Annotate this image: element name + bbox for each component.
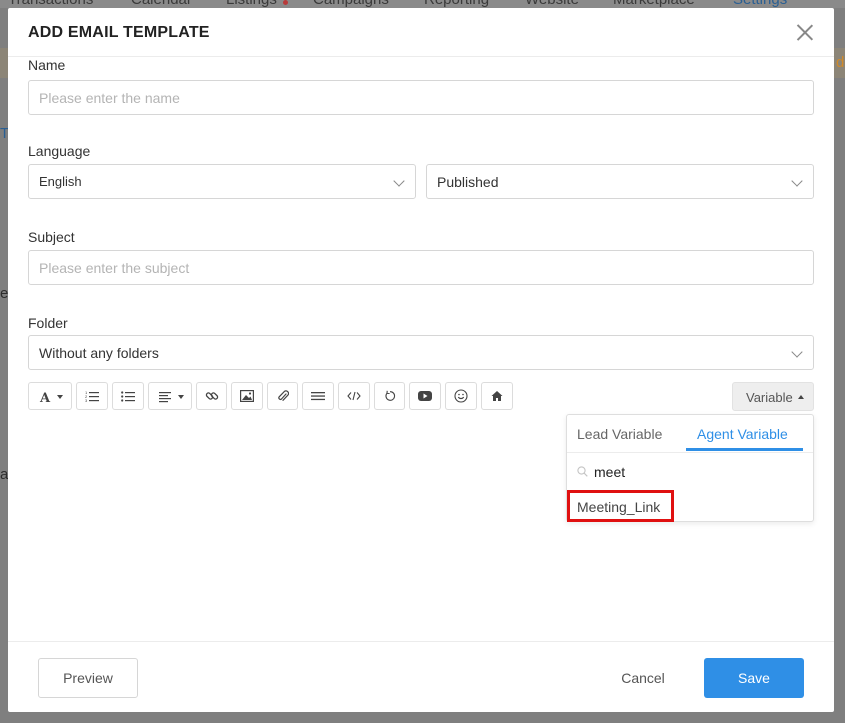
notification-dot [283,0,288,5]
save-button[interactable]: Save [704,658,804,698]
caret-up-icon [798,395,804,399]
chevron-down-icon [791,346,803,358]
undo-button[interactable] [374,382,405,410]
align-icon [159,392,171,403]
active-tab-indicator [686,448,803,451]
close-icon[interactable] [795,22,815,42]
code-button[interactable] [338,382,370,410]
caret-down-icon [57,395,63,399]
background-nav: Transactions Calendar Listings Campaigns… [0,0,845,8]
variable-button-label: Variable [746,390,793,405]
code-icon [347,391,361,401]
preview-button[interactable]: Preview [38,658,138,698]
modal-title: ADD EMAIL TEMPLATE [28,24,210,41]
variable-search-input[interactable] [575,460,807,484]
font-color-button[interactable]: A [28,382,72,410]
name-label: Name [28,58,66,73]
variable-option-meeting-link[interactable]: Meeting_Link [567,490,674,522]
language-label: Language [28,143,91,159]
home-button[interactable] [481,382,513,410]
emoji-button[interactable] [445,382,477,410]
chevron-down-icon [393,175,405,187]
nav-item: Campaigns [313,0,389,8]
modal-body: Name Language English Published Subject … [8,58,834,641]
language-value: English [39,174,82,189]
horizontal-rule-button[interactable] [302,382,334,410]
ordered-list-button[interactable]: 123 [76,382,108,410]
subject-label: Subject [28,229,75,245]
nav-item: Calendar [131,0,192,8]
background-fragment: d [836,54,845,71]
tab-lead-variable[interactable]: Lead Variable [577,426,662,442]
nav-item: Website [525,0,579,8]
nav-item: Transactions [8,0,93,8]
add-email-template-modal: ADD EMAIL TEMPLATE Name Language English… [8,8,834,712]
svg-text:3: 3 [85,398,88,402]
variable-dropdown: Lead Variable Agent Variable Meeting_Lin… [566,414,814,522]
ordered-list-icon: 123 [85,390,99,402]
name-input[interactable] [29,81,813,114]
emoji-icon [454,389,468,403]
image-button[interactable] [231,382,263,410]
folder-value: Without any folders [39,345,159,361]
attachment-button[interactable] [267,382,298,410]
caret-down-icon [178,395,184,399]
image-icon [240,390,254,402]
video-icon [418,391,432,401]
variable-button[interactable]: Variable [732,382,814,411]
name-field[interactable] [28,80,814,115]
link-icon [205,392,218,400]
nav-item: Settings [733,0,787,8]
horizontal-rule-icon [311,392,325,401]
nav-item: Marketplace [613,0,695,8]
attachment-icon [277,390,289,401]
language-select[interactable]: English [28,164,416,199]
align-button[interactable] [148,382,192,410]
link-button[interactable] [196,382,227,410]
unordered-list-icon [121,391,135,402]
home-icon [491,391,503,401]
nav-item: Listings [226,0,277,8]
variable-search[interactable] [575,460,807,484]
folder-select[interactable]: Without any folders [28,335,814,370]
tab-agent-variable[interactable]: Agent Variable [697,426,788,442]
font-color-icon: A [39,391,51,406]
chevron-down-icon [791,175,803,187]
subject-field[interactable] [28,250,814,285]
modal-header: ADD EMAIL TEMPLATE [8,8,834,57]
undo-icon [384,390,395,401]
status-select[interactable]: Published [426,164,814,199]
subject-input[interactable] [29,251,813,284]
svg-text:A: A [39,391,51,406]
cancel-button[interactable]: Cancel [603,658,683,698]
nav-item: Reporting [424,0,489,8]
status-value: Published [437,174,499,190]
folder-label: Folder [28,315,68,331]
video-button[interactable] [409,382,441,410]
unordered-list-button[interactable] [112,382,144,410]
variable-option-label: Meeting_Link [577,499,661,515]
modal-footer: Preview Cancel Save [8,641,834,712]
search-icon [577,466,588,477]
divider [567,452,813,453]
